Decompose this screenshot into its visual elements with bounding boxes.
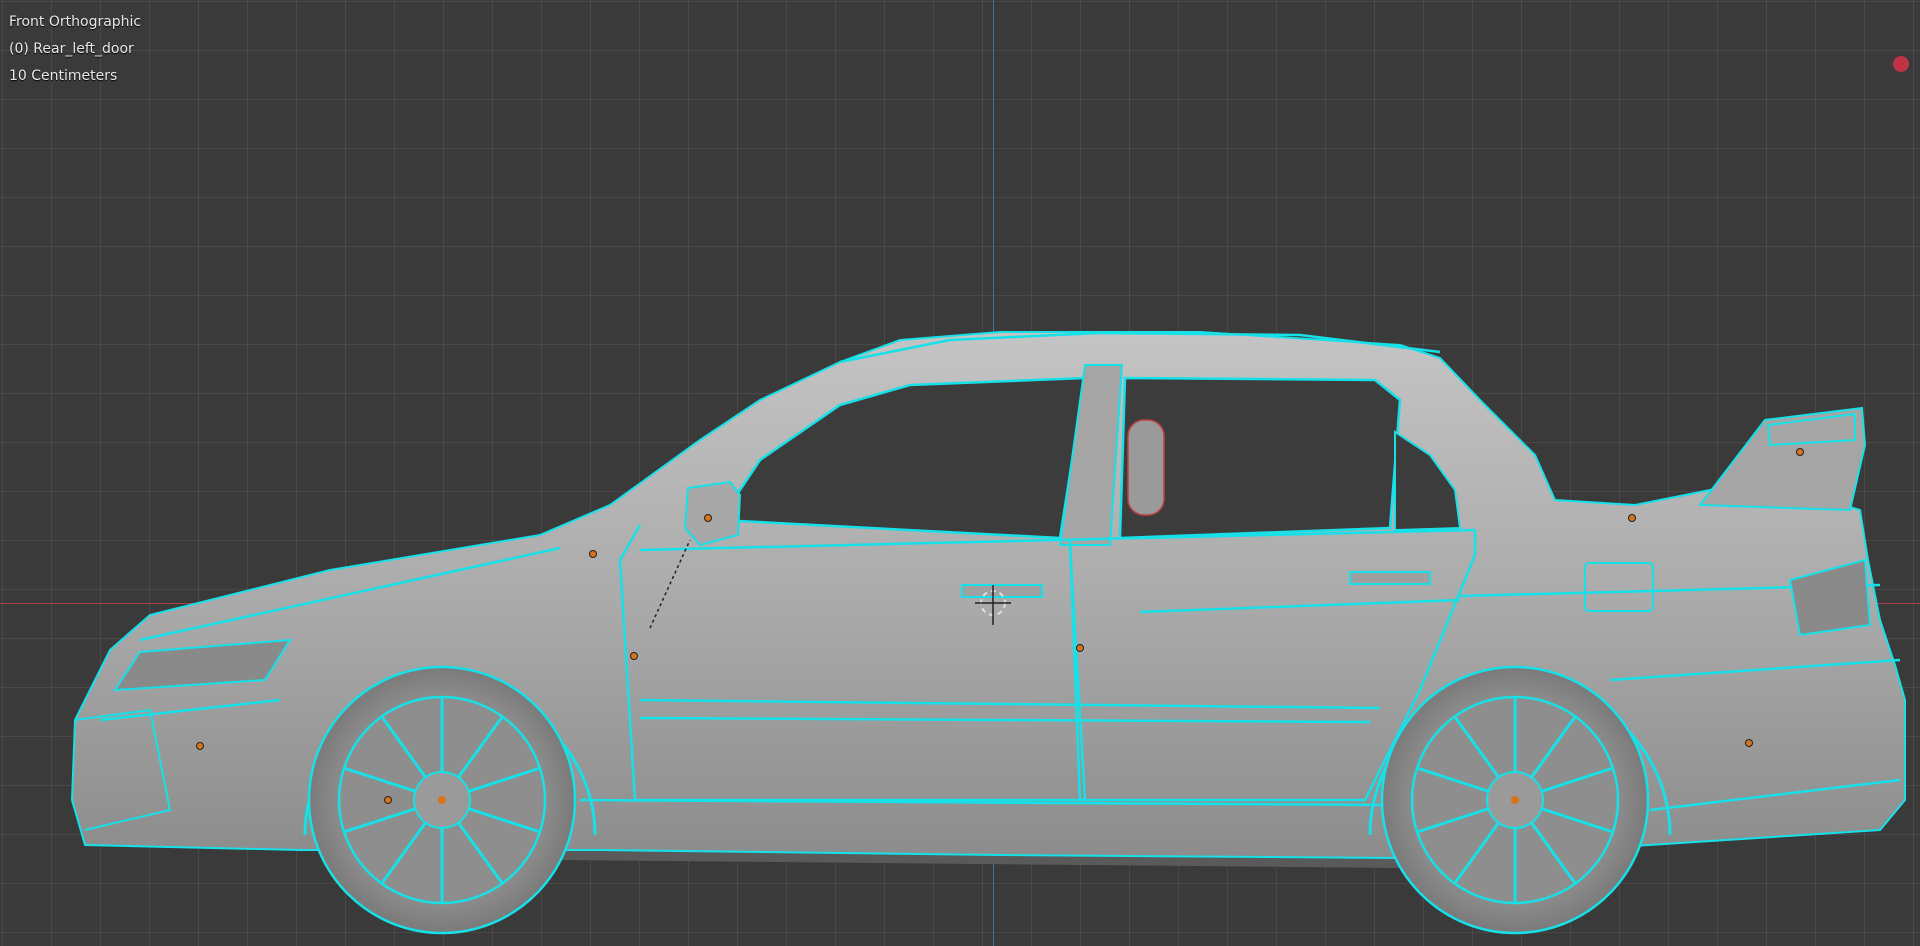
seat-headrest xyxy=(1127,419,1165,516)
viewport-info-overlay: Front Orthographic (0) Rear_left_door 10… xyxy=(9,9,141,90)
car-model[interactable] xyxy=(0,0,1920,946)
side-mirror[interactable] xyxy=(683,480,742,547)
front-wheel[interactable] xyxy=(307,665,577,935)
rear-door-handle[interactable] xyxy=(1349,571,1431,585)
3d-viewport[interactable]: Front Orthographic (0) Rear_left_door 10… xyxy=(0,0,1920,946)
active-object-label: (0) Rear_left_door xyxy=(9,41,134,57)
rear-wheel[interactable] xyxy=(1380,665,1650,935)
grid-scale-label: 10 Centimeters xyxy=(9,68,118,84)
record-indicator-icon xyxy=(1893,56,1909,72)
view-name-label: Front Orthographic xyxy=(9,14,142,30)
